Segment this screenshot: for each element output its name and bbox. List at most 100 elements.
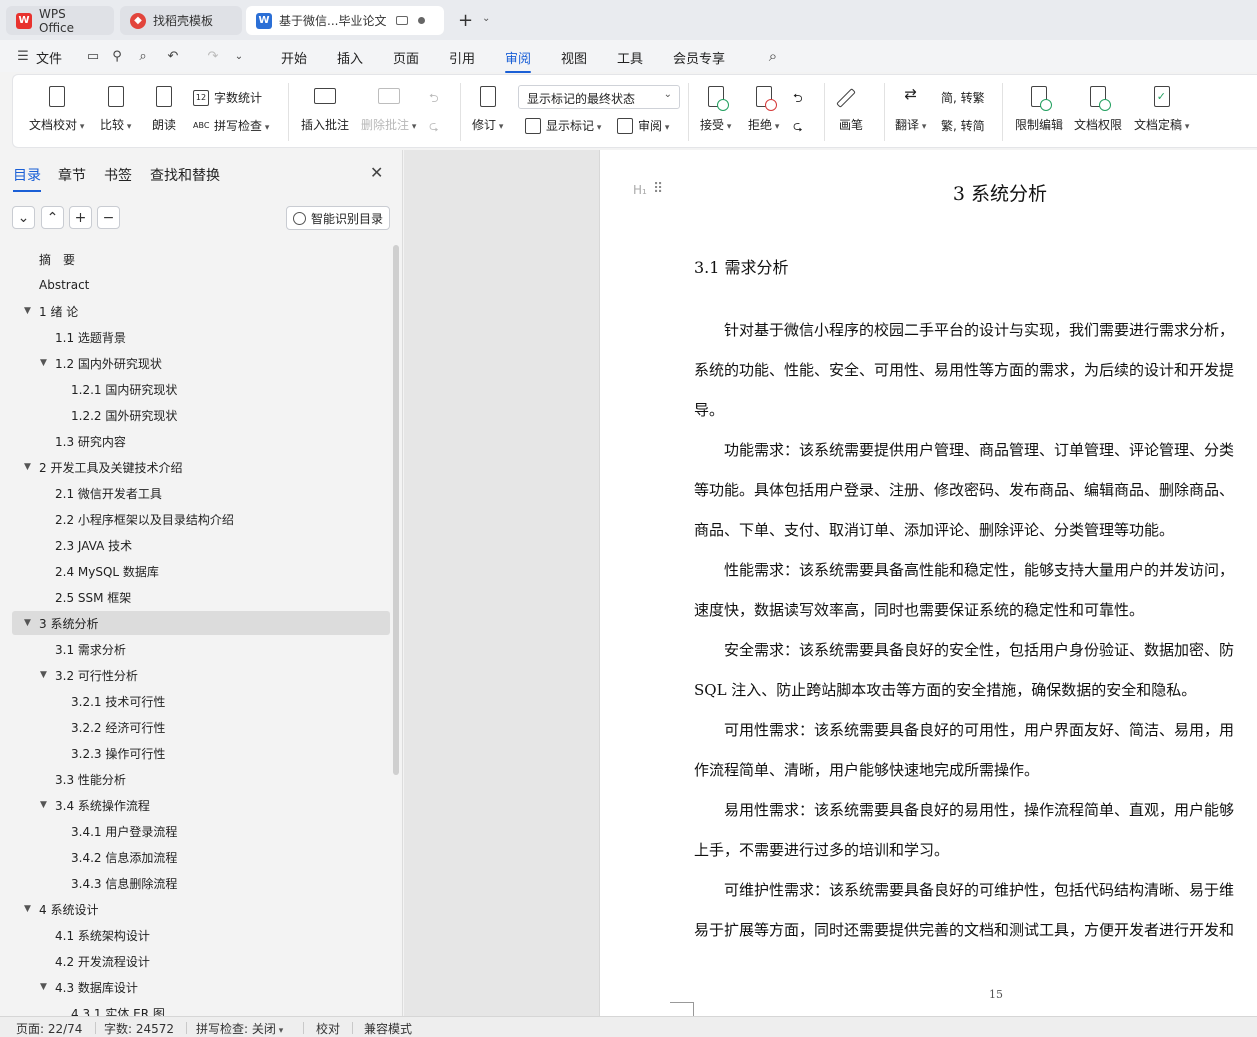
expand-arrow-icon[interactable]: ▼ [24, 618, 31, 628]
delete-comment-button[interactable]: 删除批注 [361, 85, 416, 133]
word-count[interactable]: 字数: 24572 [104, 1020, 174, 1037]
expand-arrow-icon[interactable]: ▼ [24, 462, 31, 472]
toc-item[interactable]: ▼ 3.2 可行性分析 [12, 663, 390, 687]
menu-insert[interactable]: 插入 [337, 48, 363, 67]
toc-item[interactable]: 2.3 JAVA 技术 [12, 533, 390, 557]
review-pane-button[interactable]: 审阅 [617, 117, 669, 134]
toc-item[interactable]: ▼ 3 系统分析 [12, 611, 390, 635]
toc-item[interactable]: 2.4 MySQL 数据库 [12, 559, 390, 583]
document-page[interactable]: H₁ ⠿ 3 系统分析 3.1 需求分析 针对基于微信小程序的校园二手平台的设计… [599, 150, 1257, 1016]
tab-document[interactable]: W 基于微信...毕业论文 [246, 6, 444, 35]
spell-check-status[interactable]: 拼写检查: 关闭 [196, 1020, 283, 1037]
print-preview-icon[interactable]: ⌕ [134, 47, 152, 65]
tab-chapters[interactable]: 章节 [58, 165, 86, 185]
accept-button[interactable]: 接受 [700, 85, 731, 133]
menu-tools[interactable]: 工具 [617, 48, 643, 67]
toc-item[interactable]: 2.2 小程序框架以及目录结构介绍 [12, 507, 390, 531]
add-heading-icon[interactable]: + [69, 206, 92, 229]
toc-item[interactable]: 3.1 需求分析 [12, 637, 390, 661]
next-comment-icon[interactable]: ⮎ [429, 117, 439, 138]
toc-item[interactable]: 1.3 研究内容 [12, 429, 390, 453]
chevron-down-icon[interactable]: ⌄ [12, 206, 35, 229]
toc-item[interactable]: 1.2.1 国内研究现状 [12, 377, 390, 401]
toc-item[interactable]: 3.2.3 操作可行性 [12, 741, 390, 765]
toc-item[interactable]: 1.1 选题背景 [12, 325, 390, 349]
expand-arrow-icon[interactable]: ▼ [40, 358, 47, 368]
close-icon[interactable]: ✕ [370, 163, 383, 182]
toc-item[interactable]: 摘 要 [12, 247, 390, 271]
reject-button[interactable]: 拒绝 [748, 85, 779, 133]
to-simplified-button[interactable]: 繁, 转简 [941, 117, 985, 134]
page-indicator[interactable]: 页面: 22/74 [16, 1020, 82, 1037]
compare-button[interactable]: 比较 [100, 85, 131, 133]
chevron-down-icon[interactable]: ⌄ [482, 13, 490, 24]
insert-comment-button[interactable]: 插入批注 [301, 85, 349, 133]
toc-item[interactable]: Abstract [12, 273, 390, 297]
doc-permission-button[interactable]: 文档权限 [1074, 85, 1122, 133]
toc-item[interactable]: ▼ 4 系统设计 [12, 897, 390, 921]
to-traditional-button[interactable]: 简, 转繁 [941, 89, 985, 106]
scrollbar[interactable] [393, 245, 399, 775]
toc-item[interactable]: 1.2.2 国外研究现状 [12, 403, 390, 427]
smart-toc-button[interactable]: 智能识别目录 [286, 206, 390, 230]
toc-item[interactable]: 2.1 微信开发者工具 [12, 481, 390, 505]
toc-item[interactable]: 3.4.2 信息添加流程 [12, 845, 390, 869]
proofread-status[interactable]: 校对 [316, 1020, 340, 1037]
toc-item[interactable]: ▼ 1.2 国内外研究现状 [12, 351, 390, 375]
monitor-icon[interactable] [396, 16, 409, 25]
toc-item[interactable]: ▼ 1 绪 论 [12, 299, 390, 323]
ink-pen-button[interactable]: 画笔 [836, 85, 863, 133]
toc-item[interactable]: 3.3 性能分析 [12, 767, 390, 791]
markup-state-select[interactable]: 显示标记的最终状态 ⌄ [518, 85, 680, 109]
tab-wps-office[interactable]: W WPS Office [6, 6, 114, 35]
search-icon[interactable]: ⌕ [764, 47, 782, 65]
menu-file[interactable]: 文件 [36, 48, 62, 67]
menu-view[interactable]: 视图 [561, 48, 587, 67]
toc-item[interactable]: 3.2.2 经济可行性 [12, 715, 390, 739]
toc-item[interactable]: 3.2.1 技术可行性 [12, 689, 390, 713]
hamburger-icon[interactable]: ☰ [14, 47, 32, 65]
menu-home[interactable]: 开始 [281, 48, 307, 67]
chevron-down-icon[interactable]: ⌄ [230, 47, 248, 65]
redo-icon[interactable]: ↷ [204, 47, 222, 65]
next-change-icon[interactable]: ⮎ [793, 117, 803, 138]
previous-change-icon[interactable]: ⮌ [793, 89, 803, 110]
share-icon[interactable]: ⚲ [108, 47, 126, 65]
toc-item[interactable]: ▼ 4.3 数据库设计 [12, 975, 390, 999]
new-tab-plus-icon[interactable]: + [458, 10, 473, 31]
toc-item[interactable]: 3.4.3 信息删除流程 [12, 871, 390, 895]
toc-item[interactable]: 4.2 开发流程设计 [12, 949, 390, 973]
tab-docer-templates[interactable]: ◆ 找稻壳模板 [120, 6, 242, 35]
toc-item[interactable]: ▼ 2 开发工具及关键技术介绍 [12, 455, 390, 479]
chevron-up-icon[interactable]: ⌃ [41, 206, 64, 229]
save-icon[interactable]: ▭ [84, 47, 102, 65]
toc-item[interactable]: 3.4.1 用户登录流程 [12, 819, 390, 843]
show-markup-button[interactable]: 显示标记 [525, 117, 601, 134]
toc-item[interactable]: ▼ 3.4 系统操作流程 [12, 793, 390, 817]
toc-item[interactable]: 2.5 SSM 框架 [12, 585, 390, 609]
expand-arrow-icon[interactable]: ▼ [40, 982, 47, 992]
menu-page[interactable]: 页面 [393, 48, 419, 67]
spell-check-button[interactable]: ABC 拼写检查 [193, 117, 269, 134]
word-count-button[interactable]: 12 字数统计 [193, 89, 262, 106]
read-aloud-button[interactable]: 朗读 [152, 85, 176, 133]
toc-item[interactable]: 4.1 系统架构设计 [12, 923, 390, 947]
expand-arrow-icon[interactable]: ▼ [24, 306, 31, 316]
menu-member[interactable]: 会员专享 [673, 48, 725, 67]
doc-check-button[interactable]: 文档校对 [29, 85, 84, 133]
undo-icon[interactable]: ↶ [164, 47, 182, 65]
doc-finalize-button[interactable]: 文档定稿 [1134, 85, 1189, 133]
track-changes-button[interactable]: 修订 [472, 85, 503, 133]
restrict-edit-button[interactable]: 限制编辑 [1015, 85, 1063, 133]
expand-arrow-icon[interactable]: ▼ [40, 670, 47, 680]
unsaved-dot-icon[interactable] [418, 17, 426, 24]
expand-arrow-icon[interactable]: ▼ [24, 904, 31, 914]
translate-button[interactable]: ⇄ 翻译 [895, 85, 926, 133]
tab-toc[interactable]: 目录 [13, 165, 41, 192]
tab-bookmarks[interactable]: 书签 [104, 165, 132, 185]
expand-arrow-icon[interactable]: ▼ [40, 800, 47, 810]
toc-item[interactable]: 4.3.1 实体 ER 图 [12, 1001, 390, 1018]
menu-references[interactable]: 引用 [449, 48, 475, 67]
previous-comment-icon[interactable]: ⮌ [429, 89, 439, 110]
remove-heading-icon[interactable]: − [97, 206, 120, 229]
